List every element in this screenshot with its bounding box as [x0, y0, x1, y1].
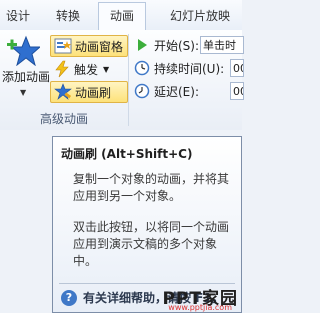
help-icon: ? [61, 289, 77, 306]
tooltip-title: 动画刷 (Alt+Shift+C) [61, 147, 193, 161]
chevron-down-icon: ▼ [103, 64, 110, 74]
start-select[interactable]: 单击时 [200, 36, 244, 54]
tab-animations[interactable]: 动画 [98, 2, 146, 30]
add-animation-label: 添加动画 [1, 70, 50, 84]
animation-painter-button[interactable]: 动画刷 [50, 81, 128, 103]
add-animation-star-icon [7, 35, 40, 66]
duration-row: 持续时间(U): 00 [134, 57, 244, 79]
tooltip-double-click-note: 双击此按钮，以将同一个动画应用到演示文稿的多个对象中。 [73, 220, 230, 268]
advanced-animation-group-label: 高级动画 [39, 112, 88, 126]
animation-painter-label: 动画刷 [75, 85, 112, 100]
delay-label: 延迟(E): [154, 84, 199, 99]
clock-icon [134, 60, 150, 76]
tab-slideshow[interactable]: 幻灯片放映 [158, 3, 242, 29]
start-label: 开始(S): [154, 38, 200, 53]
watermark-url: www.pptjia.com [168, 303, 232, 312]
trigger-label: 触发 [74, 62, 99, 77]
start-row: 开始(S): 单击时 [134, 34, 244, 56]
pptjia-watermark: PPT家园 www.pptjia.com [148, 282, 242, 313]
trigger-button[interactable]: 触发 ▼ [50, 58, 128, 80]
delay-row: 延迟(E): 00 [134, 80, 244, 102]
delay-clock-icon [134, 83, 150, 99]
ribbon-tab-bar: 设计 转换 动画 幻灯片放映 [0, 0, 242, 31]
duration-input[interactable]: 00 [230, 59, 244, 77]
delay-input[interactable]: 00 [230, 82, 244, 100]
animation-painter-icon [54, 83, 72, 100]
tab-design[interactable]: 设计 [0, 3, 36, 29]
group-divider [128, 34, 129, 126]
tooltip-description: 复制一个对象的动画，并将其应用到另一个对象。 [73, 172, 230, 203]
lightning-icon [55, 60, 69, 78]
animation-pane-label: 动画窗格 [75, 39, 124, 54]
tab-transitions[interactable]: 转换 [48, 3, 88, 29]
ribbon-body: 添加动画 ▼ 动画窗格 触发 ▼ 动画刷 高级动画 开始(S): 单击时 持续时… [0, 30, 244, 130]
duration-label: 持续时间(U): [154, 61, 225, 76]
animation-pane-icon [54, 38, 72, 54]
animation-pane-button[interactable]: 动画窗格 [50, 35, 128, 57]
play-icon [138, 39, 147, 51]
add-animation-button[interactable]: 添加动画 ▼ [0, 30, 50, 108]
chevron-down-icon: ▼ [20, 88, 27, 97]
